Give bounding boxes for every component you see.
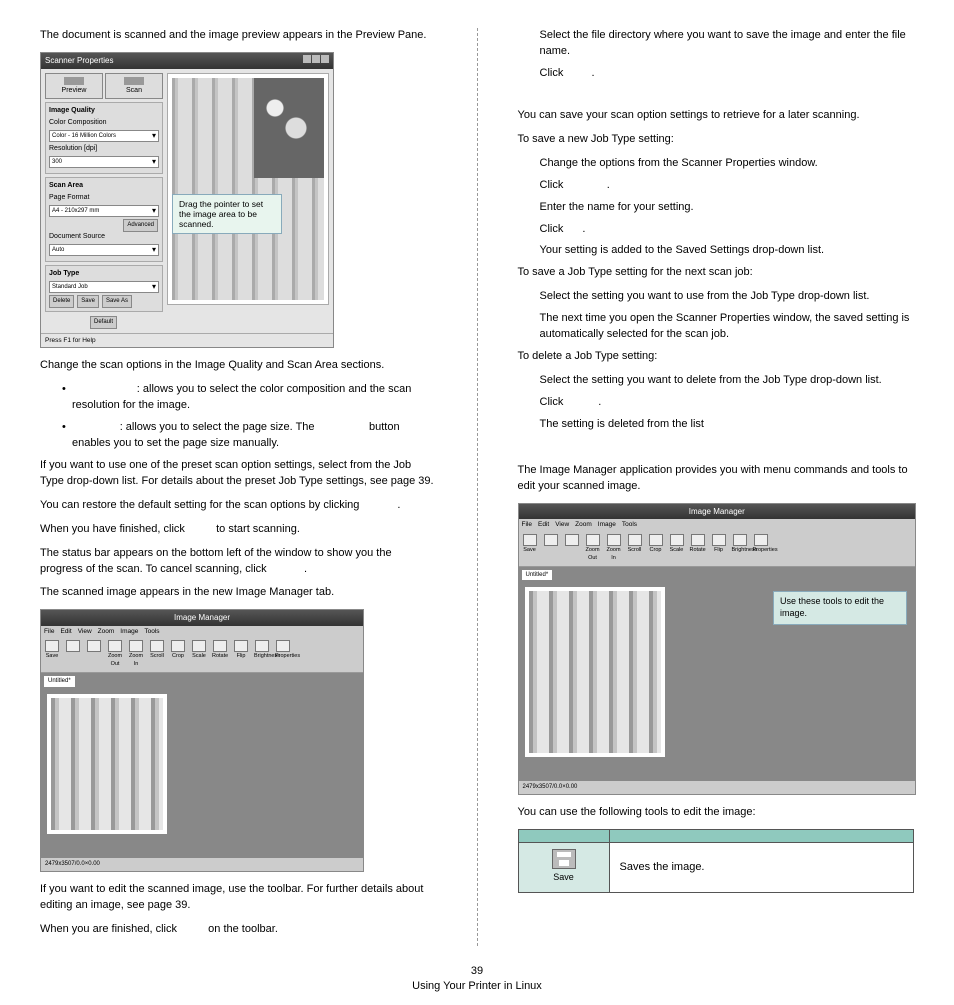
window-titlebar: Scanner Properties [41, 53, 333, 69]
paragraph: The document is scanned and the image pr… [40, 28, 437, 44]
paragraph: You can use the following tools to edit … [518, 805, 915, 821]
paragraph: The status bar appears on the bottom lef… [40, 546, 437, 578]
tab[interactable]: Untitled* [521, 569, 554, 582]
paragraph: To delete a Job Type setting: [518, 349, 915, 365]
paragraph: To save a new Job Type setting: [518, 132, 915, 148]
paragraph: Click Save. [540, 66, 915, 82]
paragraph: Change the scan options in the Image Qua… [40, 358, 437, 374]
save-button[interactable]: Save [77, 295, 99, 308]
footer: 39 Using Your Printer in Linux [40, 964, 914, 996]
save-icon: Save [552, 849, 576, 884]
menu-bar[interactable]: FileEditViewZoomImageTools [41, 626, 363, 637]
paragraph: Select the file directory where you want… [540, 28, 915, 60]
status-bar: Press F1 for Help [41, 333, 333, 347]
image-manager-window: Image Manager FileEditViewZoomImageTools… [518, 503, 917, 795]
color-composition-select[interactable]: Color - 16 Million Colors [49, 130, 159, 142]
left-column: The document is scanned and the image pr… [40, 28, 437, 946]
paragraph: The scanned image appears in the new Ima… [40, 585, 437, 601]
job-type-select[interactable]: Standard Job [49, 281, 159, 293]
bullet: Scan Area: allows you to select the page… [62, 420, 437, 452]
bullet: Image Quality: allows you to select the … [62, 382, 437, 414]
advanced-button[interactable]: Advanced [123, 219, 158, 232]
preview-button[interactable]: Preview [45, 73, 103, 99]
toolbar[interactable]: Save Zoom Out Zoom In Scroll Crop Scale … [41, 637, 363, 673]
callout: Use these tools to edit the image. [773, 591, 907, 624]
toolbar[interactable]: Save Zoom Out Zoom In Scroll Crop Scale … [519, 531, 916, 567]
paragraph: You can restore the default setting for … [40, 498, 437, 514]
right-column: Select the file directory where you want… [518, 28, 915, 946]
canvas[interactable]: Use these tools to edit the image. [519, 581, 916, 781]
image-manager-window: Image Manager FileEditViewZoomImageTools… [40, 609, 364, 871]
page-format-select[interactable]: A4 - 210x297 mm [49, 205, 159, 217]
save-icon-cell: Save [518, 843, 609, 893]
preview-pane[interactable]: Drag the pointer to set the image area t… [167, 73, 329, 305]
scan-button[interactable]: Scan [105, 73, 163, 99]
tools-table: Save Saves the image. [518, 829, 915, 893]
paragraph: When you have finished, click Scan to st… [40, 522, 437, 538]
default-button[interactable]: Default [90, 316, 117, 329]
page-number: 39 [40, 964, 914, 980]
menu-bar[interactable]: FileEditViewZoomImageTools [519, 519, 916, 530]
callout: Drag the pointer to set the image area t… [172, 194, 282, 235]
resolution-select[interactable]: 300 [49, 156, 159, 168]
scanner-properties-window: Scanner Properties Preview Scan Image Qu… [40, 52, 334, 348]
canvas[interactable] [41, 688, 363, 858]
save-desc: Saves the image. [609, 843, 914, 893]
paragraph: If you want to use one of the preset sca… [40, 458, 437, 490]
delete-button[interactable]: Delete [49, 295, 74, 308]
paragraph: When you are finished, click Save on the… [40, 922, 437, 938]
paragraph: You can save your scan option settings t… [518, 108, 915, 124]
tab[interactable]: Untitled* [43, 675, 76, 688]
saveas-button[interactable]: Save As [102, 295, 132, 308]
paragraph: The Image Manager application provides y… [518, 463, 915, 495]
paragraph: If you want to edit the scanned image, u… [40, 882, 437, 914]
paragraph: To save a Job Type setting for the next … [518, 265, 915, 281]
doc-source-select[interactable]: Auto [49, 244, 159, 256]
footer-title: Using Your Printer in Linux [40, 979, 914, 995]
